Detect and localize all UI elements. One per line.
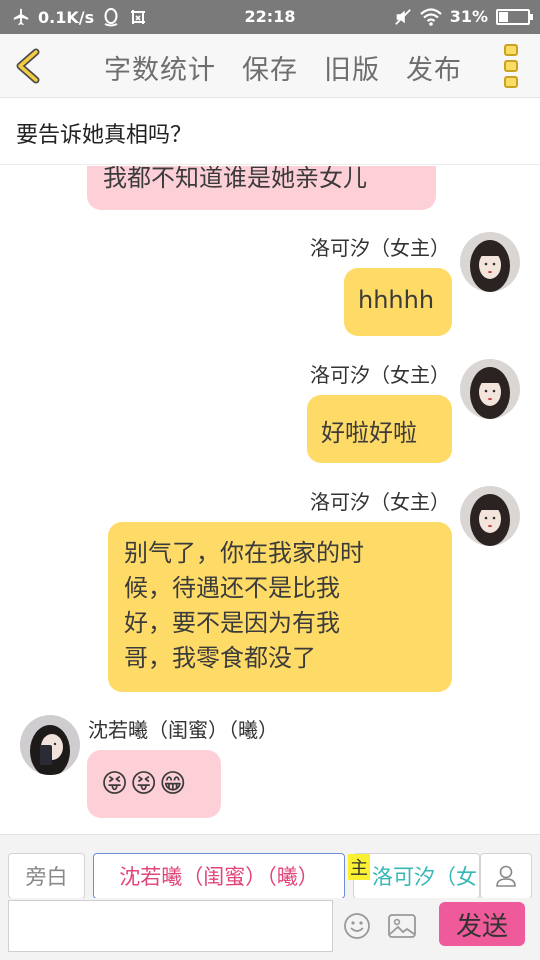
message-line: 哥，我零食都没了 <box>124 644 316 672</box>
avatar[interactable] <box>460 359 520 419</box>
message-line: 候，待遇还不是比我 <box>124 574 340 602</box>
message-line: 好，要不是因为有我 <box>124 609 340 637</box>
mute-icon <box>394 8 411 25</box>
grin-emoji-icon: 😁 <box>159 769 187 799</box>
image-icon[interactable] <box>387 913 417 939</box>
message-input-bar: 发送 <box>0 898 540 960</box>
grin-squint-emoji-icon: 😝 <box>130 769 158 799</box>
avatar-main-character <box>460 486 520 546</box>
add-role-button[interactable] <box>480 853 532 899</box>
message-line: 别气了，你在我家的时 <box>124 539 364 567</box>
main-role-button[interactable]: 洛可汐（女 <box>353 853 480 899</box>
message-text: 好啦好啦 <box>321 419 417 447</box>
chat-bubble[interactable]: hhhhh <box>344 268 452 336</box>
user-icon <box>496 865 516 887</box>
story-title: 要告诉她真相吗？ <box>16 123 193 148</box>
message-text: hhhhh <box>358 286 435 314</box>
chevron-left-icon <box>16 48 40 84</box>
grin-squint-emoji-icon: 😝 <box>101 769 129 799</box>
battery-level <box>499 11 508 22</box>
sender-name: 洛可汐（女主） <box>310 236 450 260</box>
chat-bubble[interactable]: 😝 😝 😁 <box>87 750 221 818</box>
narration-role-button[interactable]: 旁白 <box>8 853 85 899</box>
send-button[interactable]: 发送 <box>439 902 525 946</box>
message-input[interactable] <box>8 900 333 952</box>
send-label: 发送 <box>455 911 508 942</box>
avatar-main-character <box>460 232 520 292</box>
chat-area[interactable]: 我都不知道谁是她亲女儿 洛可汐（女主） hhhhh 洛可汐（女主） 好啦好啦 洛… <box>0 166 540 834</box>
avatar[interactable] <box>460 232 520 292</box>
battery-icon <box>496 8 533 25</box>
sender-name: 洛可汐（女主） <box>310 490 450 514</box>
editor-header: 字数统计 保存 旧版 发布 <box>0 34 540 98</box>
message-text: 我都不知道谁是她亲女儿 <box>103 166 367 192</box>
status-bar: 0.1K/s 22:18 31% <box>0 0 540 34</box>
wifi-icon <box>419 7 442 26</box>
publish-button[interactable]: 发布 <box>406 48 462 87</box>
friend-role-label: 沈若曦（闺蜜）（曦） <box>119 865 319 889</box>
chat-bubble[interactable]: 我都不知道谁是她亲女儿 <box>87 166 436 210</box>
main-role-tag: 主 <box>348 854 370 880</box>
old-version-button[interactable]: 旧版 <box>324 48 380 87</box>
narration-label: 旁白 <box>25 865 68 889</box>
avatar-main-character <box>460 359 520 419</box>
chat-bubble[interactable]: 别气了，你在我家的时 候，待遇还不是比我 好，要不是因为有我 哥，我零食都没了 <box>108 522 452 692</box>
menu-dot-icon <box>504 76 518 88</box>
chat-bubble[interactable]: 好啦好啦 <box>307 395 452 463</box>
role-selector-bar: 旁白 沈若曦（闺蜜）（曦） 洛可汐（女 主 <box>0 834 540 899</box>
save-button[interactable]: 保存 <box>242 48 298 87</box>
avatar[interactable] <box>20 715 80 775</box>
menu-dot-icon <box>504 44 518 56</box>
emoji-icon[interactable] <box>343 912 371 940</box>
story-title-bar[interactable]: 要告诉她真相吗？ <box>0 99 540 165</box>
friend-role-button[interactable]: 沈若曦（闺蜜）（曦） <box>93 853 345 899</box>
sender-name: 沈若曦（闺蜜）（曦） <box>88 718 278 742</box>
avatar-friend-character <box>20 715 80 775</box>
word-count-button[interactable]: 字数统计 <box>104 48 216 87</box>
avatar[interactable] <box>460 486 520 546</box>
more-menu-button[interactable] <box>504 44 520 88</box>
sender-name: 洛可汐（女主） <box>310 363 450 387</box>
battery-percent: 31% <box>449 7 488 26</box>
menu-dot-icon <box>504 60 518 72</box>
back-button[interactable] <box>12 48 48 84</box>
main-role-label: 洛可汐（女 <box>372 865 477 889</box>
